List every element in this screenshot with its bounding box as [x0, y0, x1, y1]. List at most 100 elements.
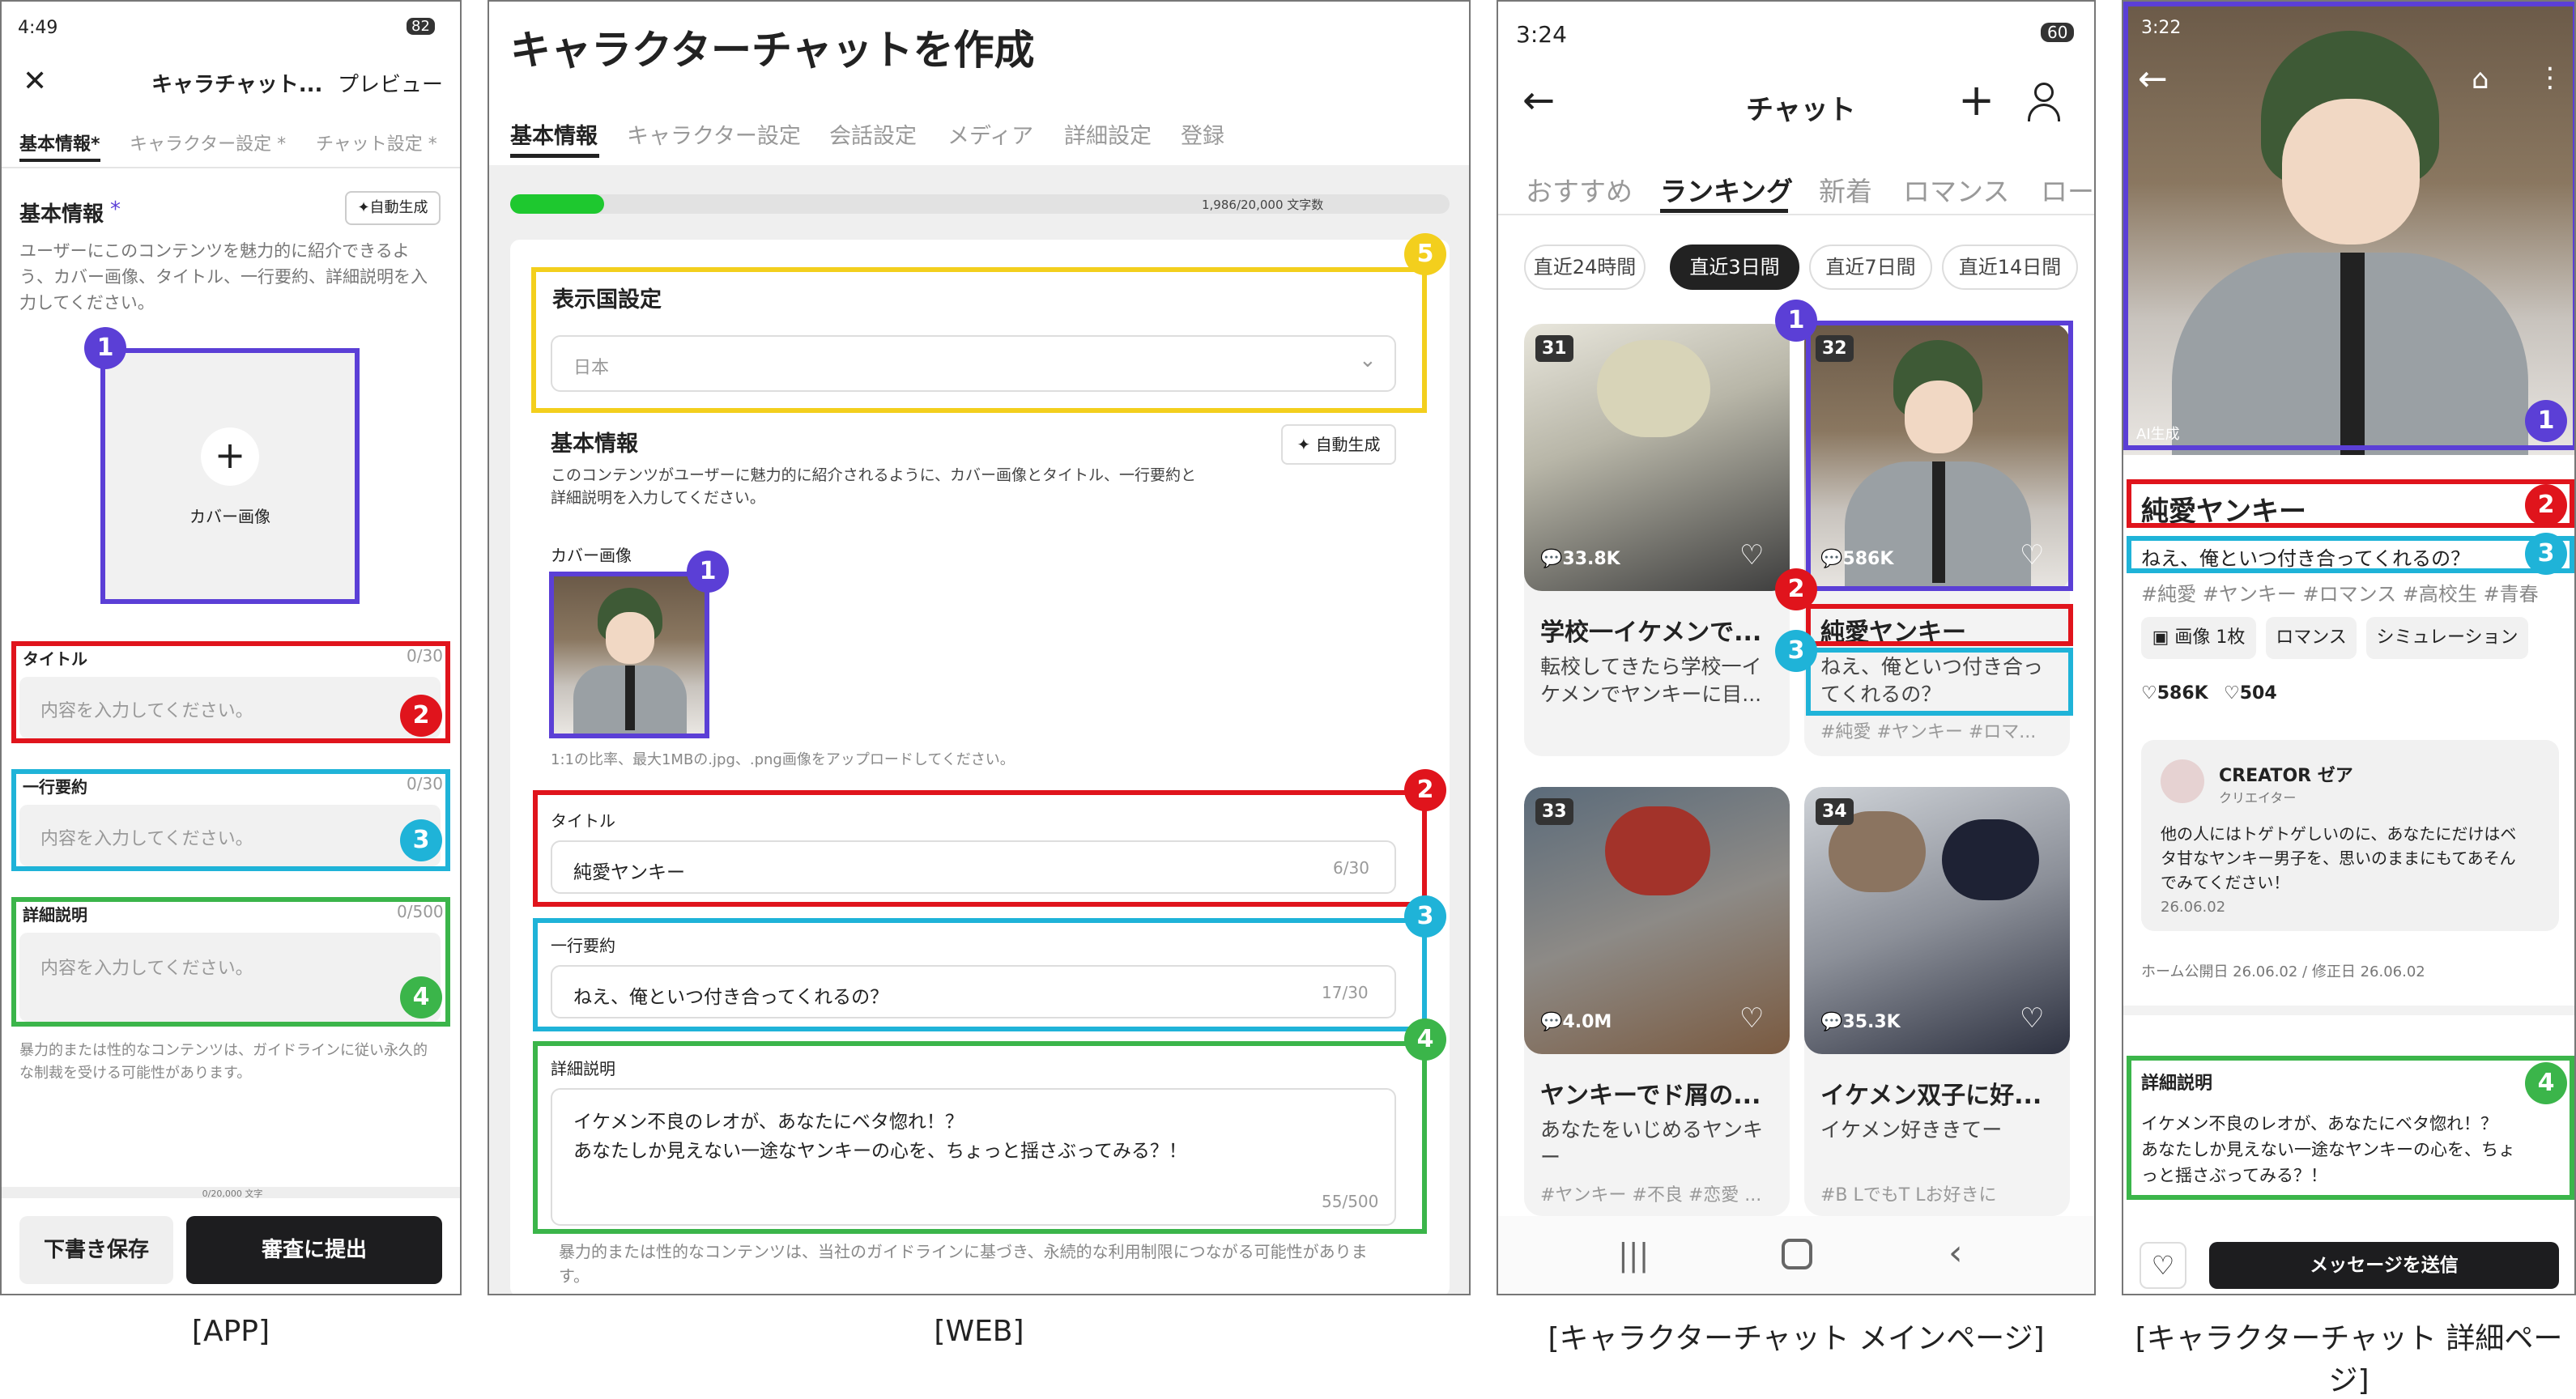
filter-3d[interactable]: 直近3日間	[1670, 245, 1799, 290]
likes-stat: ♡504	[2224, 683, 2277, 704]
user-head	[2034, 83, 2054, 102]
card-description-1: イケメン好ききてー	[1820, 1118, 2003, 1142]
main-page-panel: 3:24 60 ← チャット + おすすめ ランキング 新着 ロマンス ロー 直…	[1497, 0, 2096, 1295]
character-card[interactable]: 31 💬33.8K ♡ 学校一イケメンで... 転校してきたら学校一イ ケメンで…	[1524, 324, 1790, 756]
speech-bubble-icon: 💬	[1540, 549, 1563, 569]
page-title: キャラクターチャットを作成	[510, 27, 1035, 74]
image-icon: ▣	[2152, 627, 2175, 648]
back-icon[interactable]: ‹	[1948, 1232, 1963, 1274]
like-button[interactable]: ♡	[2140, 1242, 2186, 1289]
filter-24h[interactable]: 直近24時間	[1524, 245, 1646, 290]
card-description-2: ケメンでヤンキーに目...	[1540, 682, 1762, 706]
status-time: 3:24	[1516, 21, 1567, 48]
heart-icon[interactable]: ♡	[1739, 1002, 1764, 1035]
divider	[2123, 1006, 2574, 1015]
back-arrow-icon[interactable]: ←	[1522, 78, 1555, 123]
card-description-2: ー	[1540, 1146, 1561, 1169]
heart-icon[interactable]: ♡	[2020, 1002, 2044, 1035]
filter-7d[interactable]: 直近7日間	[1809, 245, 1932, 290]
marker-3: 3	[400, 819, 442, 861]
chat-count: 💬35.3K	[1820, 1012, 1901, 1032]
character-hair-right	[1942, 819, 2039, 900]
detail-page-panel: 3:22 ← ⌂ ⋮ AI生成 純愛ヤンキー ねえ、俺といつ付き合ってくれるの？…	[2122, 0, 2576, 1295]
submit-review-button[interactable]: 審査に提出	[186, 1216, 442, 1284]
heart-icon: ♡	[2224, 683, 2240, 704]
genre-chip[interactable]: ロマンス	[2266, 617, 2357, 659]
tab-recommended[interactable]: おすすめ	[1526, 170, 1633, 209]
sparkle-icon: ✦	[1297, 435, 1316, 454]
creator-message-1: 他の人にはトゲトゲしいのに、あなたにだけはベ	[2161, 824, 2517, 844]
filter-14d[interactable]: 直近14日間	[1942, 245, 2078, 290]
marker-5: 5	[1404, 233, 1446, 275]
marker-1: 1	[84, 327, 126, 369]
section-description: ユーザーにこのコンテンツを魅力的に紹介できるよう、カバー画像、タイトル、一行要約…	[19, 241, 428, 313]
progress-text: 1,986/20,000 文字数	[1202, 198, 1324, 212]
highlight-box-3	[11, 769, 450, 871]
caption-web: [WEB]	[934, 1315, 1024, 1348]
highlight-box-3	[1806, 648, 2073, 716]
marker-2: 2	[400, 695, 442, 737]
save-draft-button[interactable]: 下書き保存	[19, 1216, 173, 1284]
chat-count: 💬4.0M	[1540, 1012, 1612, 1032]
content-warning-2: す。	[559, 1266, 590, 1286]
marker-1: 1	[1775, 300, 1817, 342]
heart-icon[interactable]: ♡	[1739, 539, 1764, 572]
auto-generate-button[interactable]: ✦ 自動生成	[1281, 424, 1396, 465]
highlight-box-4	[533, 1041, 1427, 1234]
card-tags: #純愛 #ヤンキー #ロマ...	[1820, 722, 2037, 742]
tab-character-settings[interactable]: キャラクター設定 *	[130, 130, 286, 155]
user-icon[interactable]	[2026, 81, 2062, 121]
caption-app: [APP]	[191, 1315, 270, 1348]
marker-2: 2	[1404, 769, 1446, 811]
tab-chat-settings[interactable]: チャット設定 *	[316, 130, 437, 155]
active-tab-indicator	[19, 159, 100, 162]
send-message-button[interactable]: メッセージを送信	[2209, 1242, 2559, 1289]
type-chip[interactable]: シミュレーション	[2366, 617, 2528, 659]
preview-button[interactable]: プレビュー	[338, 68, 443, 98]
image-count-chip[interactable]: ▣ 画像 1枚	[2141, 617, 2256, 659]
marker-4: 4	[400, 976, 442, 1018]
caption-detail: [キャラクターチャット 詳細ページ]	[2135, 1322, 2563, 1397]
tab-register[interactable]: 登録	[1181, 118, 1224, 150]
avatar[interactable]	[2161, 759, 2204, 803]
highlight-box-1	[2123, 2, 2574, 450]
character-card[interactable]: 34 💬35.3K ♡ イケメン双子に好... イケメン好ききてー #B Lでも…	[1804, 787, 2070, 1216]
tab-more[interactable]: ロー	[2041, 170, 2094, 209]
creator-name[interactable]: CREATOR ゼア	[2219, 761, 2353, 787]
tab-basic-info[interactable]: 基本情報*	[19, 130, 100, 155]
chat-icon: ♡	[2141, 683, 2157, 704]
tab-romance[interactable]: ロマンス	[1903, 170, 2009, 209]
tab-advanced-settings[interactable]: 詳細設定	[1064, 118, 1152, 150]
publish-dates: ホーム公開日 26.06.02 / 修正日 26.06.02	[2141, 963, 2425, 980]
creator-message-3: でみてください！	[2161, 873, 2290, 892]
plus-icon[interactable]: +	[1958, 74, 1995, 125]
character-card[interactable]: 33 💬4.0M ♡ ヤンキーでド屑の... あなたをいじめるヤンキ ー #ヤン…	[1524, 787, 1790, 1216]
card-title: イケメン双子に好...	[1820, 1082, 2042, 1110]
tab-conversation-settings[interactable]: 会話設定	[829, 118, 917, 150]
content-warning: 暴力的または性的なコンテンツは、ガイドラインに従い永久的な制裁を受ける可能性があ…	[19, 1042, 428, 1082]
section-title: 基本情報	[19, 202, 104, 227]
creator-card: CREATOR ゼア クリエイター 他の人にはトゲトゲしいのに、あなたにだけはベ…	[2141, 740, 2559, 931]
highlight-box-2	[533, 790, 1427, 907]
character-tags: #純愛 #ヤンキー #ロマンス #高校生 #青春	[2141, 583, 2539, 606]
tab-media[interactable]: メディア	[947, 118, 1033, 150]
progress-fill	[510, 194, 604, 214]
home-icon[interactable]	[1782, 1239, 1812, 1269]
card-description-1: あなたをいじめるヤンキ	[1540, 1118, 1764, 1142]
rank-badge: 31	[1535, 335, 1573, 362]
tab-character-settings[interactable]: キャラクター設定	[627, 118, 801, 150]
card-description-1: 転校してきたら学校一イ	[1540, 655, 1762, 678]
close-icon[interactable]: ✕	[23, 65, 47, 98]
recent-apps-icon[interactable]: |||	[1618, 1237, 1649, 1273]
basic-info-title: 基本情報	[551, 432, 638, 457]
highlight-box-1	[1806, 321, 2073, 591]
tab-new[interactable]: 新着	[1819, 170, 1872, 209]
highlight-box-1	[100, 348, 360, 604]
tab-basic-info[interactable]: 基本情報	[510, 118, 598, 150]
web-panel: キャラクターチャットを作成 基本情報 キャラクター設定 会話設定 メディア 詳細…	[488, 0, 1471, 1295]
creator-message-2: タ甘なヤンキー男子を、思いのままにもてあそん	[2161, 848, 2516, 868]
auto-generate-button[interactable]: ✦自動生成	[345, 191, 441, 225]
header-title: キャラチャット...	[151, 73, 323, 97]
tab-ranking[interactable]: ランキング	[1660, 170, 1793, 209]
creator-date: 26.06.02	[2161, 899, 2226, 916]
